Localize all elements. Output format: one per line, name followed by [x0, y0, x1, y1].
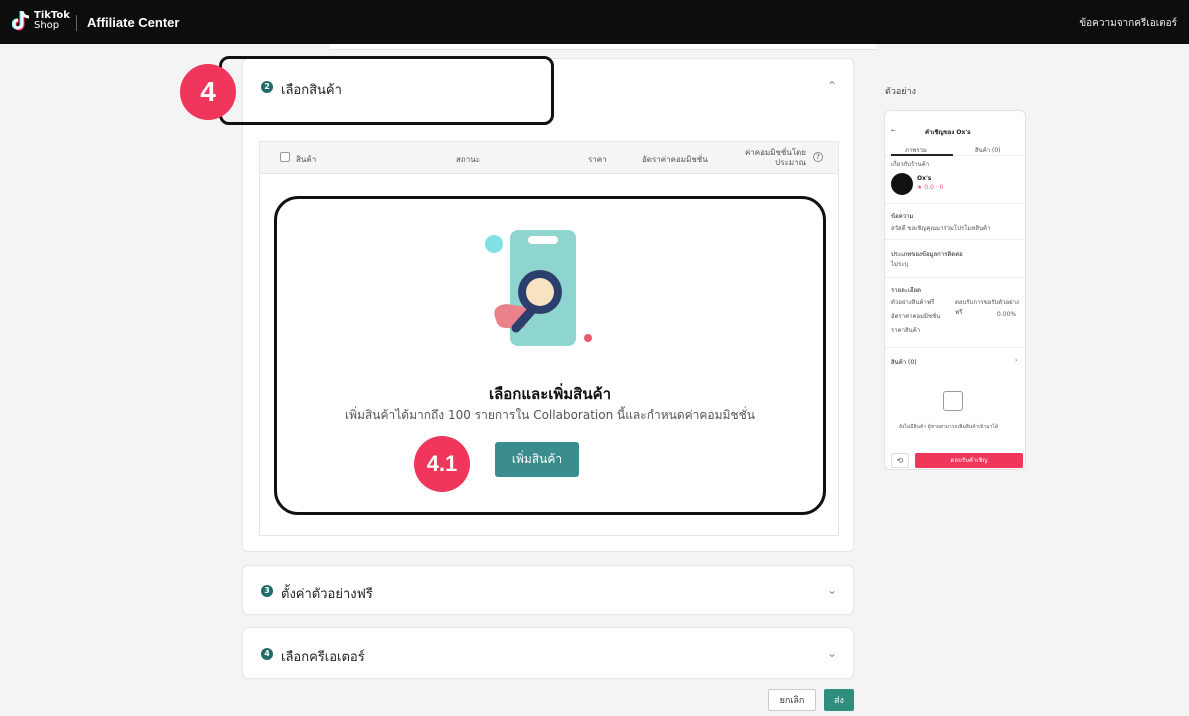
preview-details-label: รายละเอียด: [891, 287, 922, 294]
column-header-product: สินค้า: [296, 155, 317, 164]
preview-tab-products: สินค้า (0): [975, 147, 1001, 154]
step-number-badge: 4: [261, 648, 273, 660]
column-header-commission-rate: อัตราค่าคอมมิชชั่น: [642, 155, 708, 164]
chevron-down-icon[interactable]: ⌄: [827, 646, 837, 660]
chevron-up-icon[interactable]: ⌃: [827, 79, 837, 93]
active-tab-indicator: [891, 154, 953, 156]
column-header-status: สถานะ: [456, 155, 480, 164]
table-header: สินค้า สถานะ ราคา อัตราค่าคอมมิชชั่น ค่า…: [260, 142, 838, 174]
preview-contact-label: ประเภทของข้อมูลการติดต่อ: [891, 251, 963, 258]
help-icon[interactable]: ?: [813, 152, 823, 162]
logo-divider: [76, 15, 77, 31]
divider: [885, 347, 1025, 348]
divider: [885, 277, 1025, 278]
highlight-section-header: [219, 56, 554, 125]
logo-line-2: Shop: [34, 20, 60, 31]
refresh-icon: ⟲: [891, 453, 909, 468]
select-all-checkbox[interactable]: [280, 152, 290, 162]
column-header-estimated-commission-text: ค่าคอมมิชชั่นโดยประมาณ: [744, 148, 806, 167]
tiktok-note-icon: [11, 10, 30, 32]
preview-shop-label: เกี่ยวกับร้านค้า: [891, 161, 930, 168]
preview-accept-button: ตอบรับคำเชิญ: [915, 453, 1023, 468]
preview-empty-note: ยังไม่มีสินค้า ผู้ขายสามารถเพิ่มสินค้าเข…: [899, 424, 999, 430]
creator-messages-link[interactable]: ข้อความจากครีเอเตอร์: [1079, 16, 1177, 31]
send-button[interactable]: ส่ง: [824, 689, 854, 711]
cancel-button[interactable]: ยกเลิก: [768, 689, 816, 711]
preview-message-text: สวัสดี ขอเชิญคุณมาร่วมโปรโมทสินค้า: [891, 225, 991, 232]
preview-detail-1-label: ตัวอย่างสินค้าฟรี: [891, 299, 935, 306]
logo-text: TikTok Shop: [34, 11, 70, 31]
section-free-samples[interactable]: 3 ตั้งค่าตัวอย่างฟรี ⌄: [242, 565, 854, 615]
preview-detail-2-value: 0.00%: [997, 311, 1017, 318]
step-number-badge: 3: [261, 585, 273, 597]
divider: [885, 239, 1025, 240]
app-title: Affiliate Center: [87, 15, 180, 30]
tiktok-shop-logo[interactable]: TikTok Shop: [11, 10, 70, 32]
section-select-creators[interactable]: 4 เลือกครีเอเตอร์ ⌄: [242, 627, 854, 679]
preview-products-label: สินค้า (0): [891, 359, 917, 366]
back-arrow-icon: ←: [891, 127, 897, 134]
highlight-empty-state: [274, 196, 826, 515]
invitation-preview-phone: ← คำเชิญของ Ox's ภาพรวม สินค้า (0) เกี่ย…: [884, 110, 1026, 470]
shop-avatar: [891, 173, 913, 195]
preview-detail-2-label: อัตราค่าคอมมิชชั่น: [891, 313, 941, 320]
preview-message-label: ข้อความ: [891, 213, 914, 220]
column-header-estimated-commission: ค่าคอมมิชชั่นโดยประมาณ: [726, 148, 806, 168]
rating-stars-icon: ★ 0.0 · 0: [917, 184, 944, 191]
chevron-down-icon[interactable]: ⌄: [827, 583, 837, 597]
shopping-bag-icon: [943, 391, 963, 411]
preview-shop-name: Ox's: [917, 175, 932, 182]
section-title: เลือกครีเอเตอร์: [281, 650, 365, 665]
preview-contact-value: ไม่ระบุ: [891, 261, 909, 268]
preview-header: คำเชิญของ Ox's: [925, 129, 971, 136]
previous-section-edge: [330, 44, 876, 50]
chevron-right-icon: ›: [1015, 357, 1018, 364]
annotation-badge-4-1: 4.1: [414, 436, 470, 492]
preview-label: ตัวอย่าง: [885, 87, 917, 97]
section-title: ตั้งค่าตัวอย่างฟรี: [281, 587, 373, 602]
annotation-badge-4: 4: [180, 64, 236, 120]
preview-detail-3-label: ราคาสินค้า: [891, 327, 921, 334]
divider: [885, 203, 1025, 204]
column-header-price: ราคา: [588, 155, 607, 164]
top-bar: TikTok Shop Affiliate Center ข้อความจากค…: [0, 0, 1189, 44]
